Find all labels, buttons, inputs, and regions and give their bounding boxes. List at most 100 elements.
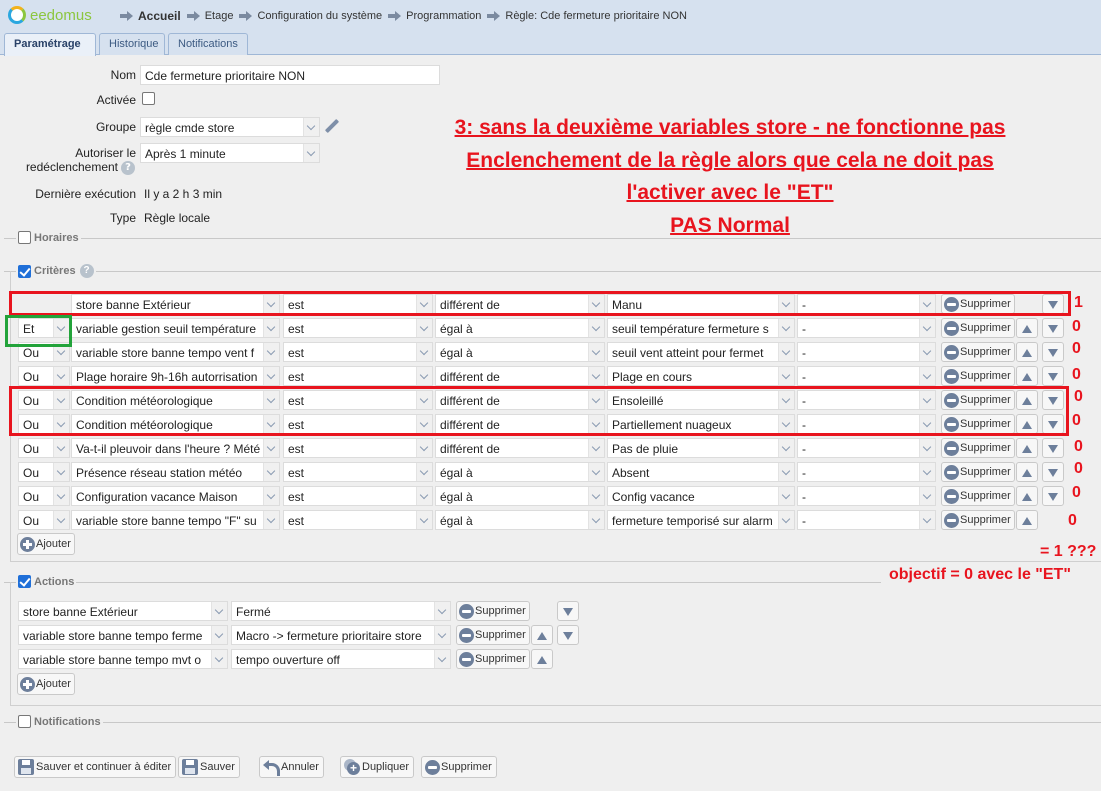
extra-select[interactable]: -	[797, 318, 936, 338]
operator-select[interactable]: différent de	[435, 390, 605, 410]
delete-action-button[interactable]: Supprimer	[456, 625, 530, 645]
move-down-button[interactable]	[557, 601, 579, 621]
operator-select[interactable]: différent de	[435, 294, 605, 314]
action-value-select[interactable]: Fermé	[231, 601, 451, 621]
operator-select[interactable]: égal à	[435, 342, 605, 362]
device-select[interactable]: Plage horaire 9h-16h autorrisation	[71, 366, 280, 386]
action-value-select[interactable]: Macro -> fermeture prioritaire store	[231, 625, 451, 645]
device-select[interactable]: Condition météorologique	[71, 414, 280, 434]
move-up-button[interactable]	[1016, 414, 1038, 434]
value-select[interactable]: seuil vent atteint pour fermet	[607, 342, 795, 362]
move-down-button[interactable]	[1042, 318, 1064, 338]
delete-criterion-button[interactable]: Supprimer	[941, 342, 1015, 362]
device-select[interactable]: variable store banne tempo vent f	[71, 342, 280, 362]
nom-input[interactable]: Cde fermeture prioritaire NON	[140, 65, 440, 85]
move-down-button[interactable]	[1042, 486, 1064, 506]
move-up-button[interactable]	[1016, 486, 1038, 506]
delete-criterion-button[interactable]: Supprimer	[941, 390, 1015, 410]
logic-select[interactable]: Ou	[18, 462, 70, 482]
move-up-button[interactable]	[531, 625, 553, 645]
verb-select[interactable]: est	[283, 342, 433, 362]
tab-notifications[interactable]: Notifications	[168, 33, 248, 55]
move-down-button[interactable]	[1042, 414, 1064, 434]
breadcrumb-item[interactable]: Etage	[186, 10, 233, 22]
value-select[interactable]: seuil température fermeture s	[607, 318, 795, 338]
tab-parametrage[interactable]: Paramétrage	[4, 33, 96, 56]
verb-select[interactable]: est	[283, 294, 433, 314]
device-select[interactable]: store banne Extérieur	[71, 294, 280, 314]
logic-select[interactable]: Et	[18, 318, 70, 338]
value-select[interactable]: Pas de pluie	[607, 438, 795, 458]
delete-rule-button[interactable]: Supprimer	[421, 756, 497, 778]
action-device-select[interactable]: variable store banne tempo mvt o	[18, 649, 228, 669]
move-down-button[interactable]	[1042, 366, 1064, 386]
move-up-button[interactable]	[1016, 438, 1038, 458]
edit-pencil-icon[interactable]	[324, 118, 340, 134]
value-select[interactable]: Config vacance	[607, 486, 795, 506]
criteres-checkbox[interactable]	[18, 264, 31, 278]
save-continue-button[interactable]: Sauver et continuer à éditer	[14, 756, 177, 778]
verb-select[interactable]: est	[283, 414, 433, 434]
notifications-checkbox[interactable]	[18, 715, 31, 728]
delete-criterion-button[interactable]: Supprimer	[941, 462, 1015, 482]
delete-criterion-button[interactable]: Supprimer	[941, 510, 1015, 530]
move-up-button[interactable]	[1016, 366, 1038, 386]
verb-select[interactable]: est	[283, 486, 433, 506]
verb-select[interactable]: est	[283, 462, 433, 482]
activee-checkbox[interactable]	[142, 92, 155, 105]
delete-action-button[interactable]: Supprimer	[456, 601, 530, 621]
add-action-button[interactable]: Ajouter	[17, 673, 75, 695]
extra-select[interactable]: -	[797, 294, 936, 314]
extra-select[interactable]: -	[797, 342, 936, 362]
verb-select[interactable]: est	[283, 318, 433, 338]
help-icon[interactable]: ?	[121, 161, 135, 175]
move-down-button[interactable]	[1042, 390, 1064, 410]
breadcrumb-item[interactable]: Accueil	[120, 9, 181, 23]
device-select[interactable]: Condition météorologique	[71, 390, 280, 410]
action-device-select[interactable]: variable store banne tempo ferme	[18, 625, 228, 645]
operator-select[interactable]: égal à	[435, 510, 605, 530]
logic-select[interactable]: Ou	[18, 342, 70, 362]
delete-action-button[interactable]: Supprimer	[456, 649, 530, 669]
tab-historique[interactable]: Historique	[99, 33, 165, 55]
device-select[interactable]: variable store banne tempo "F" su	[71, 510, 280, 530]
save-button[interactable]: Sauver	[178, 756, 240, 778]
move-up-button[interactable]	[1016, 390, 1038, 410]
move-down-button[interactable]	[1042, 342, 1064, 362]
breadcrumb-item[interactable]: Règle: Cde fermeture prioritaire NON	[487, 10, 687, 22]
device-select[interactable]: variable gestion seuil température	[71, 318, 280, 338]
operator-select[interactable]: différent de	[435, 366, 605, 386]
move-up-button[interactable]	[531, 649, 553, 669]
action-value-select[interactable]: tempo ouverture off	[231, 649, 451, 669]
extra-select[interactable]: -	[797, 462, 936, 482]
logic-select[interactable]: Ou	[18, 510, 70, 530]
move-up-button[interactable]	[1016, 318, 1038, 338]
eedomus-logo[interactable]: eedomus	[8, 6, 92, 24]
extra-select[interactable]: -	[797, 510, 936, 530]
breadcrumb-item[interactable]: Programmation	[388, 10, 481, 22]
operator-select[interactable]: égal à	[435, 486, 605, 506]
value-select[interactable]: Ensoleillé	[607, 390, 795, 410]
duplicate-button[interactable]: Dupliquer	[340, 756, 415, 778]
action-device-select[interactable]: store banne Extérieur	[18, 601, 228, 621]
actions-checkbox[interactable]	[18, 575, 31, 588]
logic-select[interactable]: Ou	[18, 438, 70, 458]
delete-criterion-button[interactable]: Supprimer	[941, 486, 1015, 506]
horaires-checkbox[interactable]	[18, 231, 31, 244]
value-select[interactable]: Partiellement nuageux	[607, 414, 795, 434]
add-criterion-button[interactable]: Ajouter	[17, 533, 75, 555]
move-up-button[interactable]	[1016, 342, 1038, 362]
redeclenchement-select[interactable]: Après 1 minute	[140, 143, 320, 163]
extra-select[interactable]: -	[797, 366, 936, 386]
move-up-button[interactable]	[1016, 462, 1038, 482]
breadcrumb-item[interactable]: Configuration du système	[239, 10, 382, 22]
verb-select[interactable]: est	[283, 438, 433, 458]
extra-select[interactable]: -	[797, 414, 936, 434]
move-up-button[interactable]	[1016, 510, 1038, 530]
device-select[interactable]: Configuration vacance Maison	[71, 486, 280, 506]
delete-criterion-button[interactable]: Supprimer	[941, 366, 1015, 386]
delete-criterion-button[interactable]: Supprimer	[941, 414, 1015, 434]
logic-select[interactable]: Ou	[18, 366, 70, 386]
move-down-button[interactable]	[1042, 294, 1064, 314]
logic-select[interactable]: Ou	[18, 390, 70, 410]
